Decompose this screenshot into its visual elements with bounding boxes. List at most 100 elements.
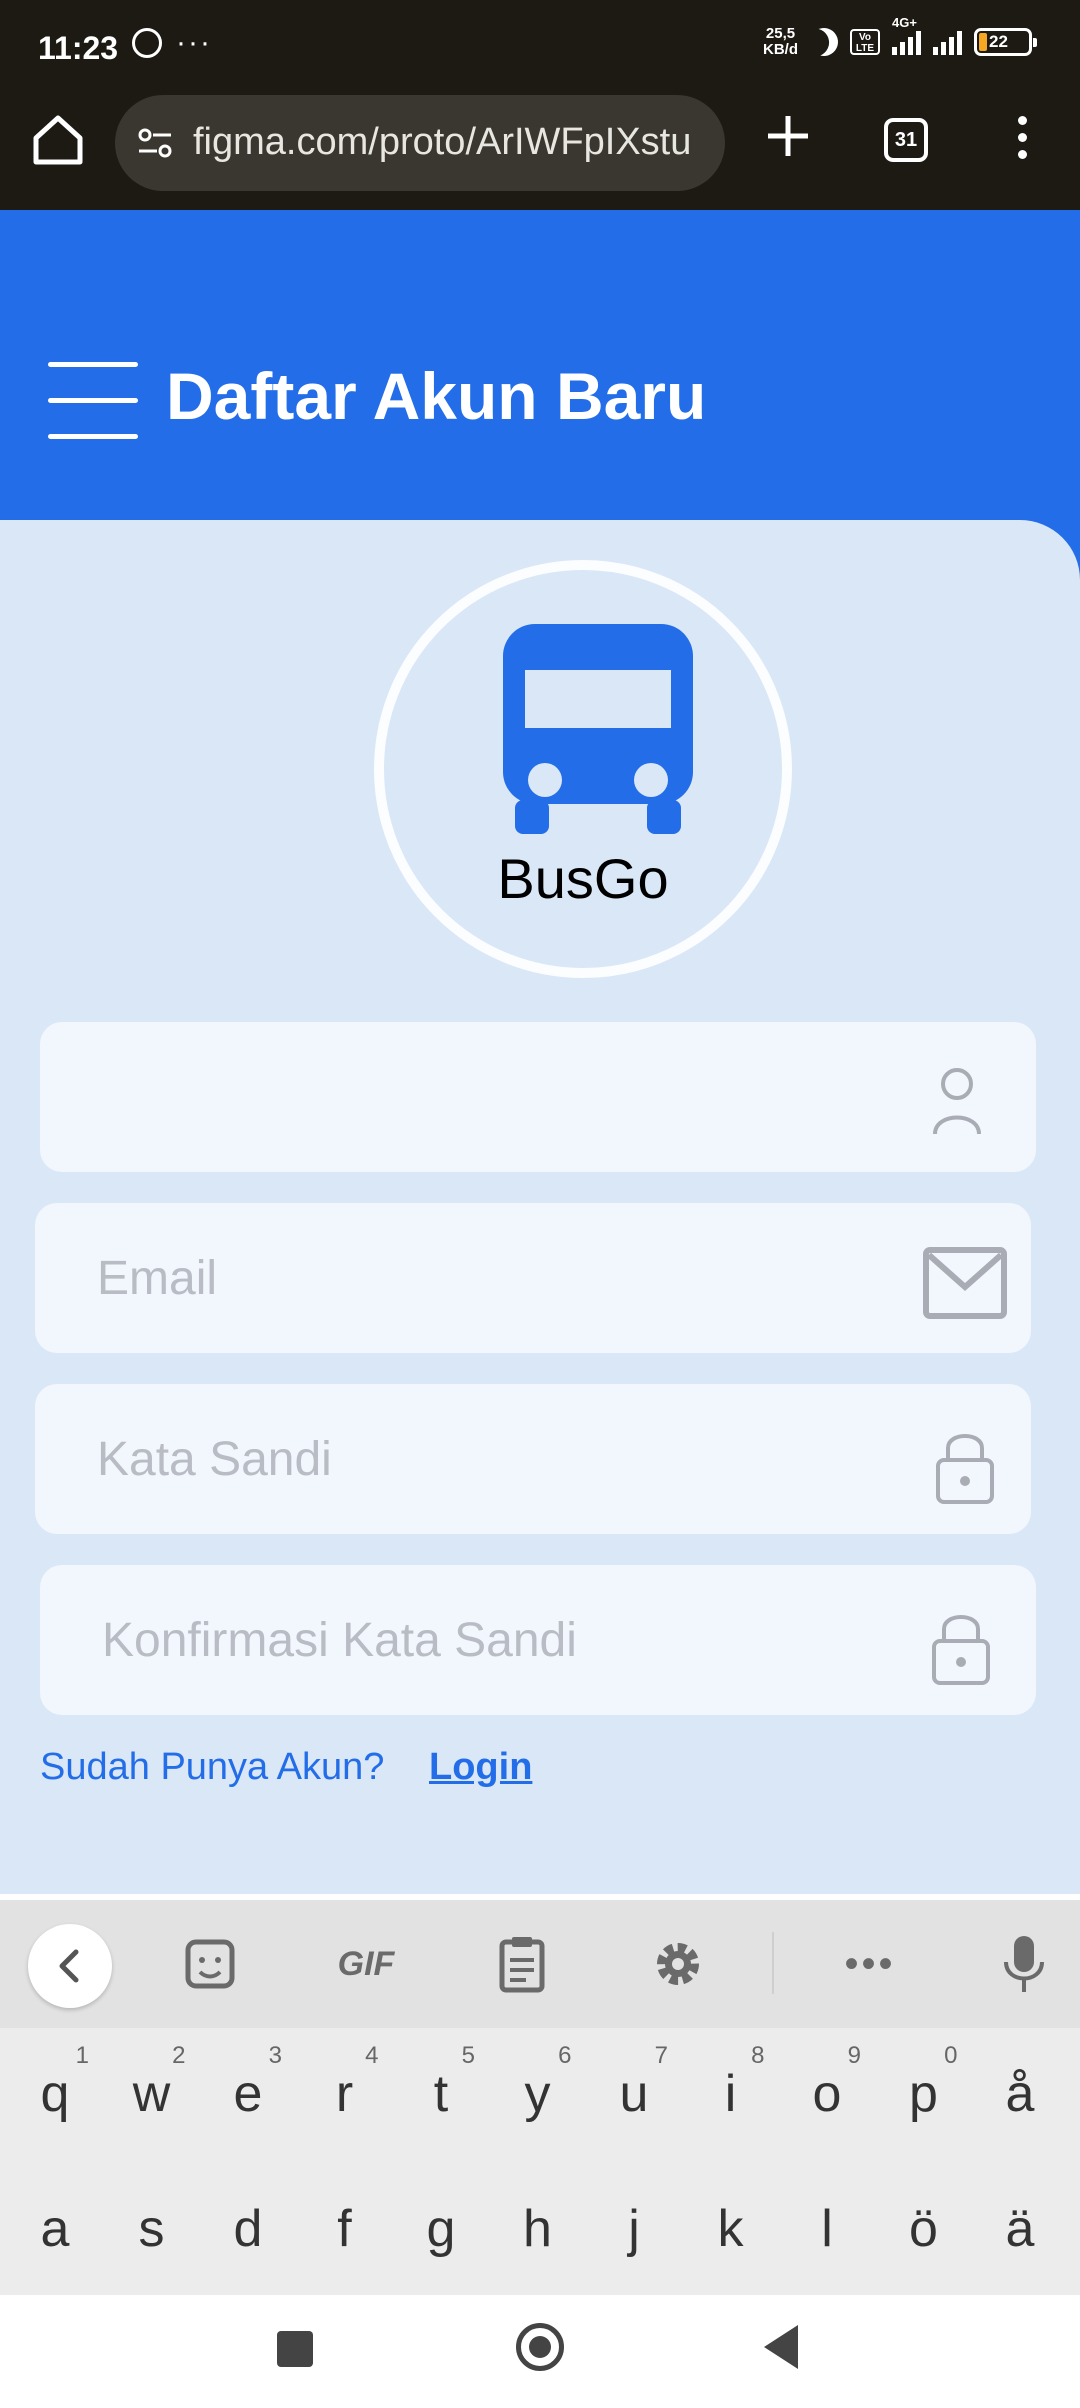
key-label: j (628, 2200, 640, 2258)
password-field[interactable] (35, 1384, 1031, 1534)
email-input[interactable] (35, 1203, 1031, 1353)
collapse-toolbar-button[interactable] (28, 1924, 112, 2008)
key-hint: 1 (75, 2042, 89, 2069)
key-row2-3[interactable]: f (297, 2163, 393, 2283)
key-row1-2[interactable]: e3 (200, 2028, 296, 2148)
recents-button[interactable] (277, 2331, 313, 2367)
do-not-disturb-icon (805, 23, 843, 61)
system-navigation-bar (0, 2295, 1080, 2408)
signal-bars-2-icon (933, 29, 962, 55)
battery-icon: 22 (974, 28, 1037, 56)
key-row1-7[interactable]: i8 (683, 2028, 779, 2148)
address-bar[interactable]: figma.com/proto/ArIWFpIXstu (115, 95, 725, 191)
email-field[interactable] (35, 1203, 1031, 1353)
gear-icon[interactable] (646, 1932, 710, 1996)
battery-level: 22 (989, 32, 1008, 51)
key-row2-8[interactable]: l (779, 2163, 875, 2283)
key-row2-5[interactable]: h (490, 2163, 586, 2283)
key-label: e (233, 2065, 263, 2123)
keyboard-row-2: a sdfghj k l öä (0, 2163, 1080, 2293)
key-hint: 7 (654, 2042, 668, 2069)
login-prompt-text: Sudah Punya Akun? (40, 1746, 385, 1788)
lock-icon (932, 1615, 990, 1685)
volte-icon: Vo LTE (850, 29, 880, 55)
network-speed: 25,5 KB/d (763, 26, 798, 58)
key-label: p (909, 2065, 938, 2123)
key-row2-6[interactable]: j (586, 2163, 682, 2283)
name-field[interactable] (40, 1022, 1036, 1172)
name-input[interactable] (40, 1022, 1036, 1172)
gif-button[interactable]: GIF (316, 1932, 416, 1996)
key-hint: 6 (558, 2042, 572, 2069)
toolbar-divider (772, 1932, 774, 1994)
key-label: i (724, 2065, 737, 2123)
key-label: q (40, 2065, 70, 2123)
confirm-password-input[interactable] (40, 1565, 1036, 1715)
key-row1-1[interactable]: w2 (104, 2028, 200, 2148)
key-row1-6[interactable]: u7 (586, 2028, 682, 2148)
tab-switcher-button[interactable]: 31 (884, 118, 928, 162)
microphone-icon[interactable] (992, 1932, 1056, 1996)
key-label: l (821, 2200, 833, 2258)
bus-icon (503, 624, 693, 834)
confirm-password-field[interactable] (40, 1565, 1036, 1715)
key-row2-1[interactable]: s (104, 2163, 200, 2283)
clipboard-icon[interactable] (490, 1932, 554, 1996)
url-text: figma.com/proto/ArIWFpIXstu (193, 121, 692, 163)
status-indicators: 25,5 KB/d Vo LTE 4G+ 22 (763, 15, 1037, 61)
key-label: ö (909, 2200, 938, 2258)
key-hint: 2 (172, 2042, 186, 2069)
key-row2-2[interactable]: d (200, 2163, 296, 2283)
battery-fill (979, 33, 987, 51)
key-label: å (1005, 2065, 1035, 2123)
hamburger-menu-icon[interactable] (48, 362, 138, 440)
status-time: 11:23 (38, 30, 119, 66)
key-label: s (138, 2200, 165, 2258)
login-link[interactable]: Login (429, 1746, 532, 1789)
new-tab-icon[interactable] (762, 110, 814, 162)
key-row2-9[interactable]: ö (876, 2163, 972, 2283)
user-icon (933, 1068, 981, 1135)
key-label: g (426, 2200, 456, 2258)
page-title: Daftar Akun Baru (166, 359, 707, 433)
key-row2-7[interactable]: k (683, 2163, 779, 2283)
site-settings-icon[interactable] (135, 123, 175, 163)
key-row1-0[interactable]: q1 (7, 2028, 103, 2148)
browser-menu-icon[interactable] (1006, 116, 1038, 166)
key-hint: 9 (847, 2042, 861, 2069)
key-hint: 8 (751, 2042, 765, 2069)
key-row1-8[interactable]: o9 (779, 2028, 875, 2148)
soft-keyboard: GIF ••• q1w2e3r4t5y6u7i8o9p0å as d f g h… (0, 1900, 1080, 2295)
key-hint: 4 (365, 2042, 379, 2069)
app-logo: BusGo (374, 560, 792, 978)
key-row1-10[interactable]: å (972, 2028, 1068, 2148)
keyboard-toolbar: GIF ••• (0, 1900, 1080, 2028)
chevron-left-icon (59, 1949, 79, 1983)
signal-bars-icon (892, 29, 921, 55)
more-options-icon[interactable]: ••• (830, 1944, 910, 2008)
key-row1-5[interactable]: y6 (490, 2028, 586, 2148)
home-icon[interactable] (30, 112, 86, 168)
status-notifications: ··· (132, 28, 212, 58)
sticker-icon[interactable] (178, 1932, 242, 1996)
lock-icon (936, 1434, 994, 1504)
key-hint: 0 (944, 2042, 958, 2069)
key-row1-4[interactable]: t5 (393, 2028, 489, 2148)
key-row2-4[interactable]: g (393, 2163, 489, 2283)
back-button[interactable] (764, 2325, 798, 2369)
key-label: u (619, 2065, 649, 2123)
browser-chrome: 11:23 ··· 25,5 KB/d Vo LTE 4G+ 22 figma.… (0, 0, 1080, 210)
key-row2-0[interactable]: a (7, 2163, 103, 2283)
key-label: k (717, 2200, 744, 2258)
key-row2-10[interactable]: ä (972, 2163, 1068, 2283)
whatsapp-icon (132, 28, 162, 58)
key-row1-3[interactable]: r4 (297, 2028, 393, 2148)
key-row1-9[interactable]: p0 (876, 2028, 972, 2148)
key-label: w (132, 2065, 171, 2123)
mail-icon (923, 1247, 1007, 1319)
key-label: a (40, 2200, 70, 2258)
password-input[interactable] (35, 1384, 1031, 1534)
home-button[interactable] (516, 2323, 564, 2371)
network-speed-value: 25,5 (765, 25, 796, 42)
key-label: y (524, 2065, 551, 2123)
